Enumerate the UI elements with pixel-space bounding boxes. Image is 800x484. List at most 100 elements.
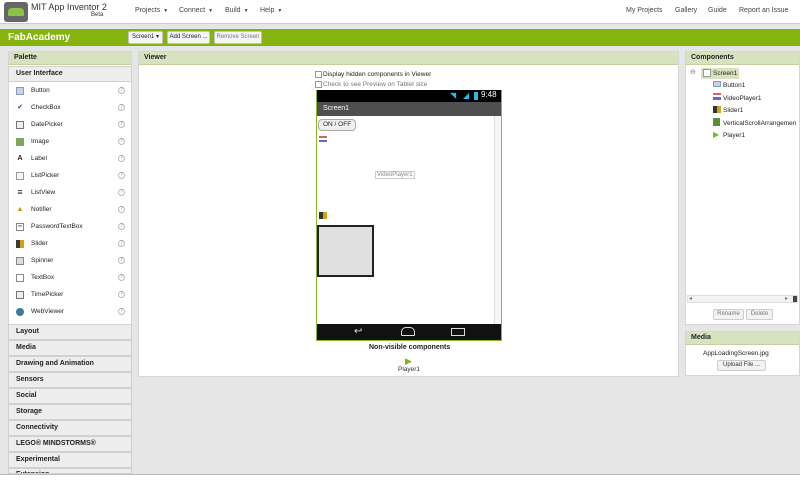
- palette-item-checkbox[interactable]: ✔ CheckBox?: [10, 100, 130, 116]
- link-my-projects[interactable]: My Projects: [626, 7, 663, 14]
- videoplayer-icon: [319, 136, 327, 142]
- help-icon[interactable]: ?: [118, 121, 125, 128]
- back-icon[interactable]: ↩: [354, 326, 362, 337]
- image-icon: [16, 138, 24, 146]
- project-bar: [0, 29, 800, 46]
- slider-icon: [713, 106, 721, 113]
- palette-category-layout[interactable]: Layout: [8, 324, 132, 340]
- button-icon: [16, 87, 24, 95]
- top-bar: MIT App Inventor 2 Beta Projects ▼ Connec…: [0, 0, 800, 24]
- collapse-icon[interactable]: ⊖: [690, 68, 696, 76]
- caret-down-icon: ▾: [156, 34, 160, 40]
- slider-icon[interactable]: [319, 212, 327, 219]
- phone-status-bar: ◥ ◢ 9:48: [317, 90, 501, 102]
- caret-down-icon: ▼: [208, 8, 214, 14]
- help-icon[interactable]: ?: [118, 155, 125, 162]
- tree-item-verticalscroll[interactable]: VerticalScrollArrangemen: [723, 120, 798, 127]
- home-icon[interactable]: [401, 327, 415, 336]
- link-report-issue[interactable]: Report an Issue: [739, 7, 788, 14]
- palette-item-notifier[interactable]: ▲ Notifier?: [10, 202, 130, 218]
- menu-projects[interactable]: Projects ▼: [135, 7, 168, 14]
- upload-file-button[interactable]: Upload File ...: [717, 360, 766, 371]
- help-icon[interactable]: ?: [118, 291, 125, 298]
- palette-item-listpicker[interactable]: ListPicker?: [10, 168, 130, 184]
- help-icon[interactable]: ?: [118, 138, 125, 145]
- scroll-left-icon[interactable]: ◂: [689, 295, 692, 302]
- help-icon[interactable]: ?: [118, 87, 125, 94]
- palette-item-timepicker[interactable]: TimePicker?: [10, 287, 130, 303]
- nonvisible-player1[interactable]: Player1: [398, 366, 420, 373]
- screen-title-bar: Screen1: [317, 102, 501, 116]
- rename-button[interactable]: Rename: [713, 309, 744, 320]
- scroll-thumb[interactable]: [793, 296, 797, 302]
- help-icon[interactable]: ?: [118, 308, 125, 315]
- palette-category-media[interactable]: Media: [8, 340, 132, 356]
- palette-item-webviewer[interactable]: WebViewer?: [10, 304, 130, 320]
- app-inventor-logo-icon[interactable]: [4, 2, 28, 22]
- on-off-button[interactable]: ON / OFF: [318, 119, 357, 131]
- palette-category-social[interactable]: Social: [8, 388, 132, 404]
- palette-category-drawing-animation[interactable]: Drawing and Animation: [8, 356, 132, 372]
- recent-apps-icon[interactable]: [451, 328, 465, 336]
- vertical-scroll-arrangement[interactable]: [317, 225, 374, 277]
- tree-item-videoplayer1[interactable]: VideoPlayer1: [723, 95, 762, 102]
- add-screen-button[interactable]: Add Screen ...: [167, 31, 210, 44]
- link-gallery[interactable]: Gallery: [675, 7, 697, 14]
- link-guide[interactable]: Guide: [708, 7, 727, 14]
- menu-build[interactable]: Build ▼: [225, 7, 249, 14]
- palette-item-passwordtextbox[interactable]: ** PasswordTextBox?: [10, 219, 130, 235]
- help-icon[interactable]: ?: [118, 206, 125, 213]
- palette-item-spinner[interactable]: Spinner?: [10, 253, 130, 269]
- palette-item-image[interactable]: Image?: [10, 134, 130, 150]
- components-panel: Components: [685, 51, 800, 325]
- delete-button[interactable]: Delete: [746, 309, 773, 320]
- components-hscrollbar[interactable]: ◂ ▸: [687, 295, 798, 303]
- battery-icon: [474, 92, 478, 100]
- tablet-preview-checkbox[interactable]: [315, 81, 322, 88]
- help-icon[interactable]: ?: [118, 274, 125, 281]
- nonvisible-title: Non-visible components: [369, 344, 451, 351]
- bottom-bar: [0, 474, 800, 484]
- help-icon[interactable]: ?: [118, 172, 125, 179]
- palette-category-sensors[interactable]: Sensors: [8, 372, 132, 388]
- help-icon[interactable]: ?: [118, 104, 125, 111]
- help-icon[interactable]: ?: [118, 257, 125, 264]
- palette-item-datepicker[interactable]: DatePicker?: [10, 117, 130, 133]
- phone-scrollbar[interactable]: [494, 116, 501, 324]
- display-hidden-label: Display hidden components in Viewer: [323, 71, 432, 78]
- palette-item-listview[interactable]: ≡ ListView?: [10, 185, 130, 201]
- palette-item-button[interactable]: Button?: [10, 83, 130, 99]
- palette-category-connectivity[interactable]: Connectivity: [8, 420, 132, 436]
- app-title: MIT App Inventor 2: [31, 2, 107, 12]
- tree-item-player1[interactable]: Player1: [723, 132, 745, 139]
- tree-item-screen1[interactable]: Screen1: [713, 70, 737, 77]
- screen-select-button[interactable]: Screen1 ▾: [128, 31, 163, 44]
- arrangement-icon: [713, 118, 720, 126]
- media-file-item[interactable]: AppLoadingScreen.jpg: [703, 350, 769, 357]
- display-hidden-checkbox[interactable]: [315, 71, 322, 78]
- help-icon[interactable]: ?: [118, 240, 125, 247]
- label-icon: A: [17, 155, 23, 162]
- videoplayer-placeholder[interactable]: VideoPlayer1: [375, 171, 415, 179]
- palette-item-label[interactable]: A Label?: [10, 151, 130, 167]
- help-icon[interactable]: ?: [118, 189, 125, 196]
- menu-connect[interactable]: Connect ▼: [179, 7, 213, 14]
- wifi-icon: ◥: [450, 91, 457, 100]
- palette-category-lego[interactable]: LEGO® MINDSTORMS®: [8, 436, 132, 452]
- tree-item-slider1[interactable]: Slider1: [723, 107, 743, 114]
- palette-item-textbox[interactable]: TextBox?: [10, 270, 130, 286]
- palette-item-slider[interactable]: Slider?: [10, 236, 130, 252]
- scroll-right-icon[interactable]: ▸: [785, 295, 788, 302]
- remove-screen-button[interactable]: Remove Screen: [214, 31, 262, 44]
- listview-icon: ≡: [17, 187, 23, 197]
- palette-category-user-interface[interactable]: User Interface: [8, 66, 132, 82]
- timepicker-icon: [16, 291, 24, 299]
- tree-item-button1[interactable]: Button1: [723, 82, 745, 89]
- palette-category-experimental[interactable]: Experimental: [8, 452, 132, 468]
- help-icon[interactable]: ?: [118, 223, 125, 230]
- caret-down-icon: ▼: [243, 8, 249, 14]
- notifier-icon: ▲: [16, 206, 24, 213]
- palette-category-storage[interactable]: Storage: [8, 404, 132, 420]
- menu-help[interactable]: Help ▼: [260, 7, 282, 14]
- project-name: FabAcademy: [8, 32, 71, 43]
